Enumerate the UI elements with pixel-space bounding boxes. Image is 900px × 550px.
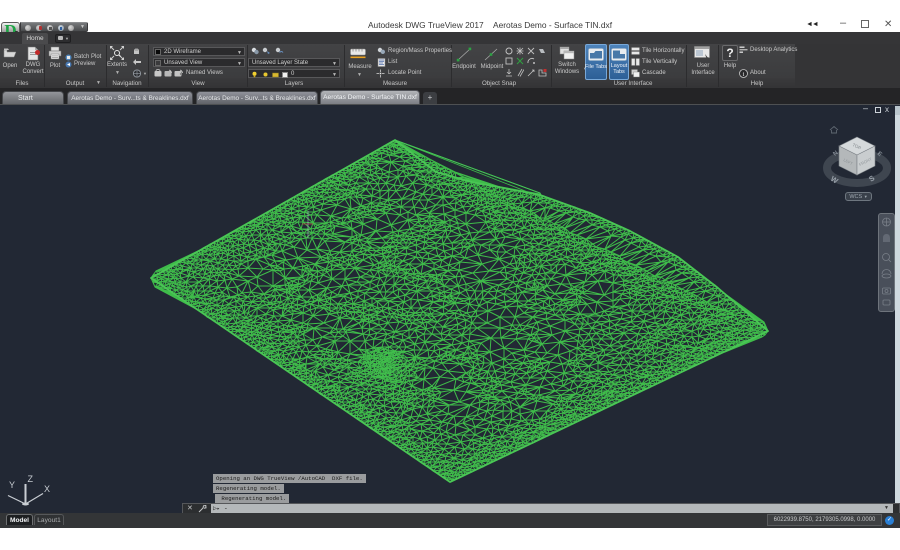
svg-text:X: X	[44, 484, 50, 494]
svg-text:Y: Y	[9, 480, 15, 490]
svg-text:i: i	[743, 71, 745, 78]
svg-text:Z: Z	[28, 474, 34, 484]
